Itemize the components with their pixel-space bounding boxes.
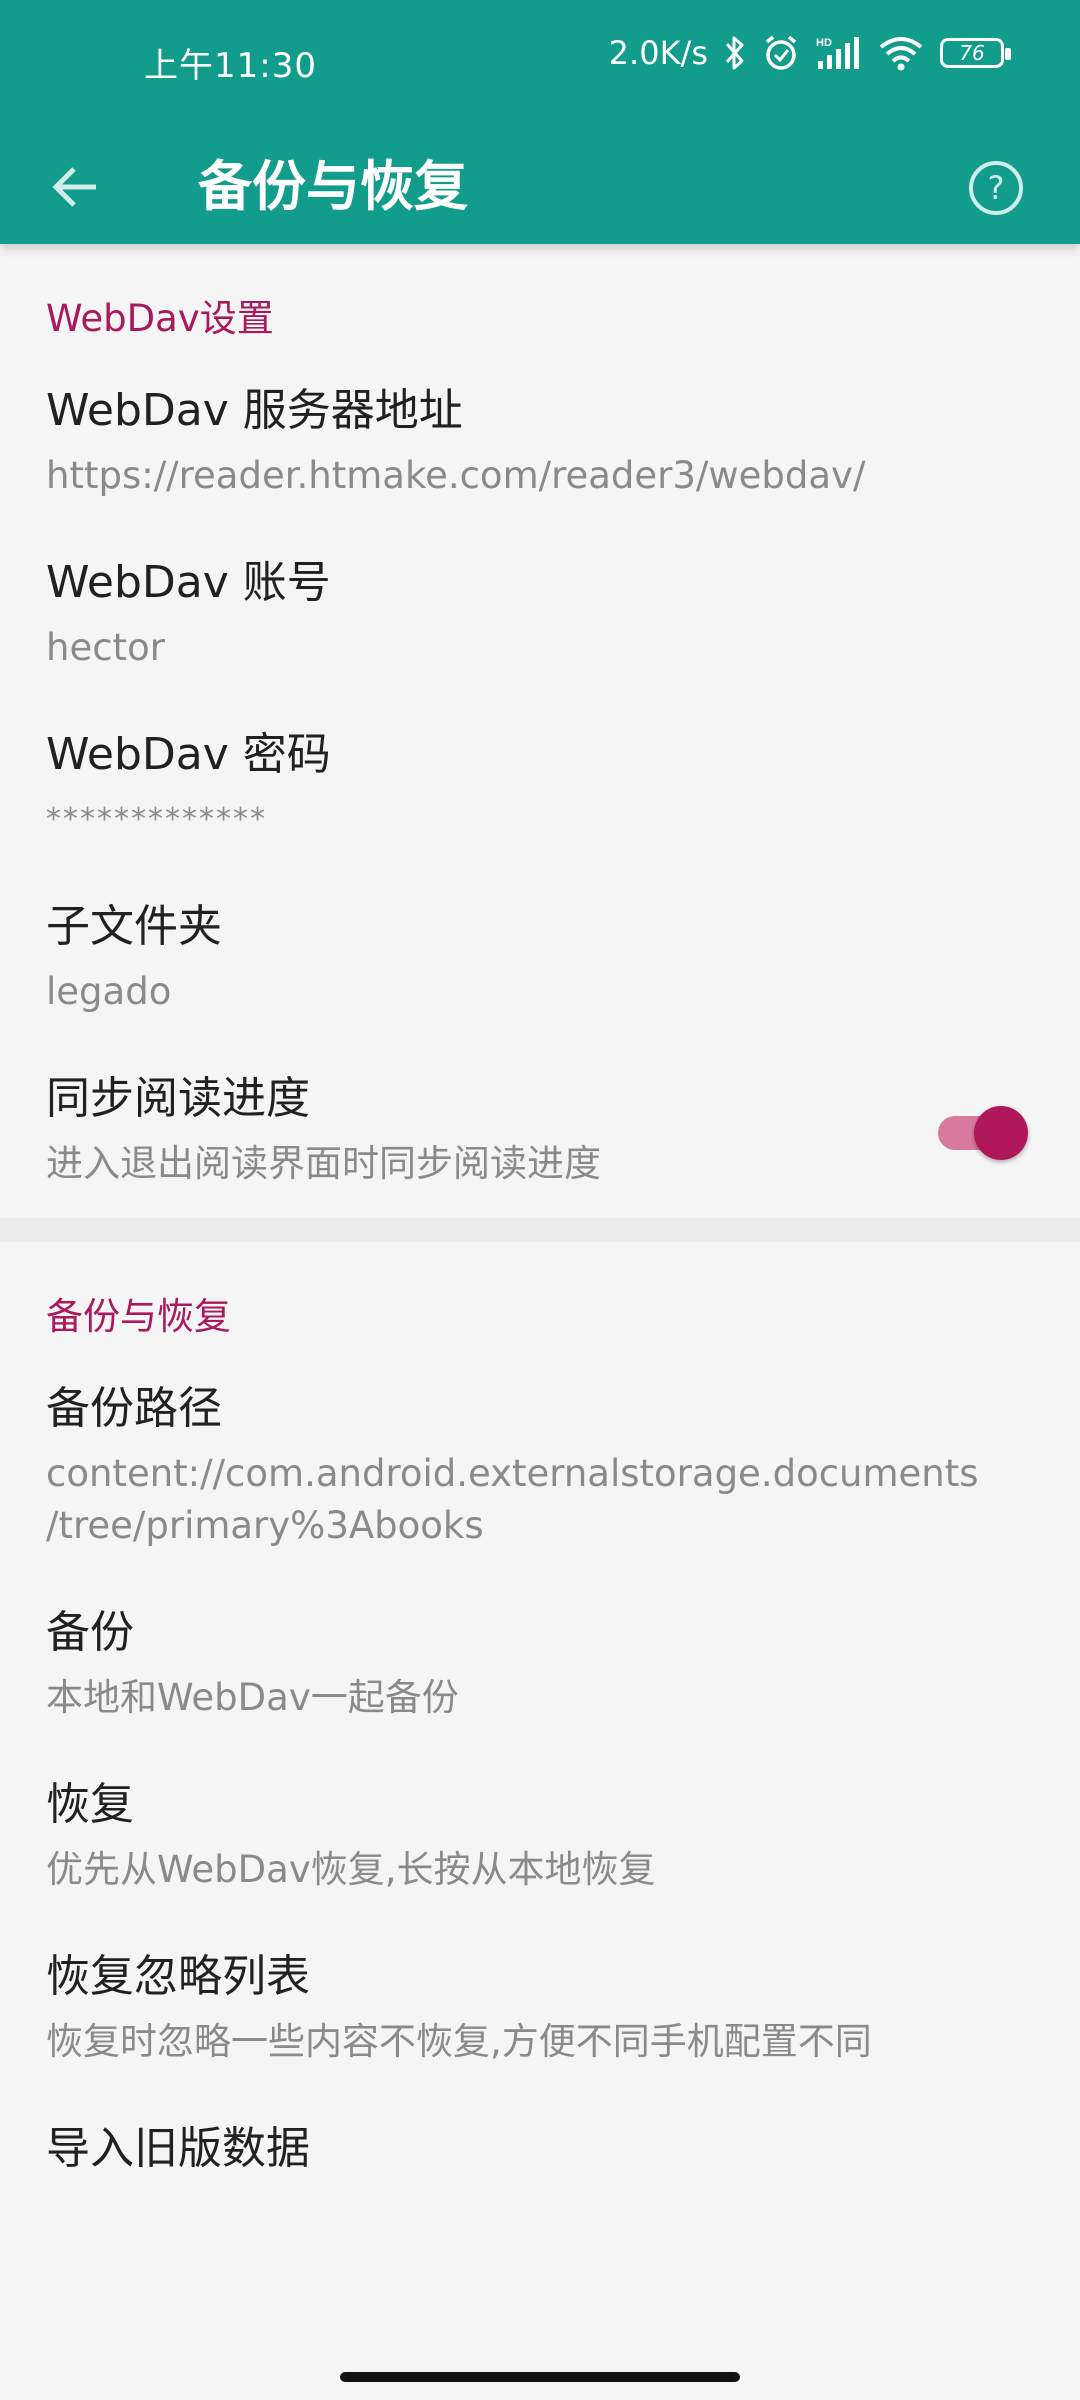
bluetooth-icon	[724, 35, 746, 71]
pref-summary: content://com.android.externalstorage.do…	[46, 1452, 979, 1547]
status-bar: 上午11:30 2.0K/s HD 76	[0, 0, 1080, 120]
pref-title: 备份路径	[46, 1383, 222, 1434]
pref-webdav-url[interactable]: WebDav 服务器地址 https://reader.htmake.com/r…	[0, 358, 1080, 530]
section-divider	[0, 1218, 1080, 1242]
battery-icon: 76	[940, 38, 1011, 68]
pref-summary: legado	[46, 970, 172, 1013]
svg-text:HD: HD	[816, 37, 832, 49]
back-button[interactable]	[30, 142, 120, 232]
arrow-back-icon	[52, 167, 96, 207]
section-header-webdav: WebDav设置	[46, 297, 274, 340]
pref-sync-progress[interactable]: 同步阅读进度 进入退出阅读界面时同步阅读进度	[0, 1046, 1080, 1218]
pref-summary: 进入退出阅读界面时同步阅读进度	[46, 1142, 601, 1185]
pref-summary: https://reader.htmake.com/reader3/webdav…	[46, 454, 866, 497]
help-button[interactable]: ?	[948, 140, 1044, 236]
pref-title: WebDav 账号	[46, 557, 331, 608]
help-circle-icon: ?	[969, 161, 1023, 215]
pref-summary: 优先从WebDav恢复,长按从本地恢复	[46, 1848, 656, 1891]
status-icons: 2.0K/s HD 76	[608, 34, 1011, 72]
pref-summary: 本地和WebDav一起备份	[46, 1676, 459, 1719]
sync-progress-toggle[interactable]	[938, 1106, 1028, 1160]
pref-webdav-account[interactable]: WebDav 账号 hector	[0, 530, 1080, 702]
svg-text:?: ?	[988, 169, 1005, 207]
pref-summary: 恢复时忽略一些内容不恢复,方便不同手机配置不同	[46, 2020, 872, 2063]
pref-title: 恢复忽略列表	[46, 1951, 310, 2002]
pref-title: 备份	[46, 1607, 134, 1658]
app-bar: 上午11:30 2.0K/s HD 76 备份与恢复 ?	[0, 0, 1080, 244]
pref-backup-path[interactable]: 备份路径 content://com.android.externalstora…	[0, 1356, 1080, 1580]
preference-list[interactable]: WebDav设置 WebDav 服务器地址 https://reader.htm…	[0, 244, 1080, 2400]
pref-import-old-data[interactable]: 导入旧版数据	[0, 2096, 1080, 2208]
toolbar: 备份与恢复 ?	[0, 120, 1080, 244]
pref-title: 子文件夹	[46, 901, 222, 952]
section-backup-restore: 备份与恢复 备份路径 content://com.android.externa…	[0, 1242, 1080, 2208]
pref-restore-ignore[interactable]: 恢复忽略列表 恢复时忽略一些内容不恢复,方便不同手机配置不同	[0, 1924, 1080, 2096]
pref-restore[interactable]: 恢复 优先从WebDav恢复,长按从本地恢复	[0, 1752, 1080, 1924]
section-webdav: WebDav设置 WebDav 服务器地址 https://reader.htm…	[0, 244, 1080, 1218]
network-speed: 2.0K/s	[608, 34, 708, 72]
pref-webdav-password[interactable]: WebDav 密码 *************	[0, 702, 1080, 874]
alarm-icon	[762, 34, 800, 72]
pref-title: 导入旧版数据	[46, 2123, 310, 2174]
pref-title: WebDav 密码	[46, 729, 331, 780]
section-header-backup: 备份与恢复	[46, 1295, 231, 1338]
status-time: 上午11:30	[144, 46, 317, 86]
pref-summary: hector	[46, 626, 165, 669]
toggle-thumb	[974, 1106, 1028, 1160]
hd-signal-icon: HD	[816, 35, 862, 71]
battery-level: 76	[959, 41, 985, 65]
page-title: 备份与恢复	[198, 155, 468, 218]
pref-subfolder[interactable]: 子文件夹 legado	[0, 874, 1080, 1046]
wifi-icon	[878, 35, 924, 71]
pref-backup[interactable]: 备份 本地和WebDav一起备份	[0, 1580, 1080, 1752]
pref-summary: *************	[46, 802, 267, 837]
pref-title: WebDav 服务器地址	[46, 385, 463, 436]
pref-title: 同步阅读进度	[46, 1073, 310, 1124]
gesture-nav-handle[interactable]	[340, 2372, 740, 2382]
pref-title: 恢复	[46, 1779, 134, 1830]
